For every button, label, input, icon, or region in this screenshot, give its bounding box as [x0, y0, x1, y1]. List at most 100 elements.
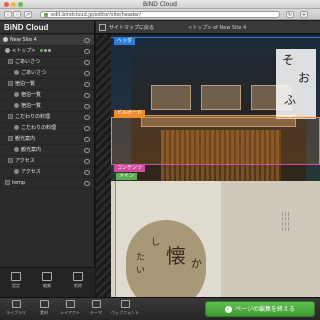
tree-item-cuisine[interactable]: こだわりの料理: [0, 112, 94, 123]
canvas-margin: [96, 35, 111, 297]
materials-button[interactable]: 素材: [32, 300, 56, 316]
tree-item-label: 宿泊一覧: [15, 81, 36, 87]
address-bar[interactable]: edit.bindcloud.jp/editor/site/header/: [40, 11, 280, 18]
eye-icon[interactable]: [84, 181, 90, 186]
page-canvas[interactable]: そ お ふ ヘッダ ビルボード ∣ ∣ ∣ ∣ ∣ ∣ ∣ ∣ ∣ ∣ ∣ ∣ 懐 か…: [96, 35, 320, 297]
billboard-section-label[interactable]: ビルボード: [114, 110, 146, 117]
font-icon: [120, 300, 130, 308]
tree-item-access-page[interactable]: アクセス: [0, 167, 94, 178]
tree-item-rooms[interactable]: 宿泊一覧: [0, 79, 94, 90]
eye-icon[interactable]: [84, 159, 90, 164]
tree-item-site[interactable]: New Site 4: [0, 35, 94, 46]
delete-button[interactable]: 削除: [66, 272, 90, 294]
tree-item-greeting-page[interactable]: ごあいさつ: [0, 68, 94, 79]
editor-header-bar: サイトマップに戻る <トップ> of New Site 4: [96, 21, 320, 34]
tree-item-label: New Site 4: [10, 37, 37, 43]
folder-icon: [8, 114, 13, 119]
feature-char: か: [191, 257, 202, 270]
tree-item-temp[interactable]: temp: [0, 178, 94, 189]
materials-label: 素材: [40, 310, 48, 315]
hero-char: ふ: [284, 93, 297, 107]
webfont-label: ウェブフォント: [111, 310, 139, 315]
side-column[interactable]: ∣ ∣ ∣ ∣ ∣ ∣ ∣ ∣ ∣ ∣ ∣ ∣: [221, 181, 320, 297]
eye-icon[interactable]: [84, 115, 90, 120]
settings-button[interactable]: 設定: [4, 272, 28, 294]
back-button[interactable]: ‹: [4, 11, 12, 18]
settings-label: 設定: [12, 283, 20, 288]
layout-button[interactable]: レイアウト: [58, 300, 82, 316]
eye-icon[interactable]: [84, 137, 90, 142]
page-icon: [5, 48, 10, 53]
tree-item-label: temp: [12, 180, 26, 186]
hero-char: そ: [282, 53, 295, 67]
page-icon: [14, 125, 19, 130]
layout-label: レイアウト: [60, 310, 80, 315]
tree-item-sightseeing[interactable]: 観光案内: [0, 134, 94, 145]
eye-icon[interactable]: [84, 170, 90, 175]
tree-item-top[interactable]: <トップ>: [0, 46, 94, 57]
forward-button[interactable]: ›: [13, 11, 21, 18]
page-icon: [14, 147, 19, 152]
breadcrumb: <トップ> of New Site 4: [188, 25, 247, 31]
folder-icon: [8, 59, 13, 64]
finish-editing-label: ページの編集を終える: [235, 306, 295, 313]
library-label: ライブラリ: [6, 310, 26, 315]
tree-item-sightseeing-page[interactable]: 観光案内: [0, 145, 94, 156]
feature-char: 懐: [166, 244, 186, 268]
feature-char: し: [151, 238, 161, 248]
delete-label: 削除: [74, 283, 82, 288]
site-tree-sidebar: BiND Cloud New Site 4 <トップ> ごあいさつ ごあいさつ …: [0, 21, 95, 297]
header-section-label[interactable]: ヘッダ: [114, 38, 136, 45]
share-icon[interactable]: ↗: [24, 11, 32, 18]
theme-button[interactable]: テーマ: [84, 300, 108, 316]
folder-icon: [8, 81, 13, 86]
library-button[interactable]: ライブラリ: [4, 300, 28, 316]
check-icon: ✓: [225, 306, 233, 313]
page-tree: New Site 4 <トップ> ごあいさつ ごあいさつ 宿泊一覧 宿泊一覧 宿…: [0, 34, 94, 189]
edit-button[interactable]: 編集: [35, 272, 59, 294]
tree-item-rooms-page-1[interactable]: 宿泊一覧: [0, 90, 94, 101]
theme-icon: [91, 300, 101, 308]
tree-item-label: 宿泊一覧: [21, 92, 42, 98]
new-tab-button[interactable]: +: [300, 11, 308, 18]
eye-icon[interactable]: [84, 93, 90, 98]
contents-section-label[interactable]: コンテンツ: [114, 165, 146, 172]
reload-button[interactable]: ↻: [286, 11, 294, 18]
eye-icon[interactable]: [84, 60, 90, 65]
eye-icon[interactable]: [84, 104, 90, 109]
eye-icon[interactable]: [84, 71, 90, 76]
gear-icon: [3, 37, 8, 42]
window-titlebar: BiND Cloud: [0, 0, 320, 9]
eye-icon[interactable]: [84, 148, 90, 153]
eye-icon[interactable]: [84, 38, 90, 43]
theme-label: テーマ: [90, 310, 102, 315]
page-icon: [14, 103, 19, 108]
main-section-label[interactable]: メイン: [116, 173, 138, 180]
tree-item-rooms-page-2[interactable]: 宿泊一覧: [0, 101, 94, 112]
folder-icon: [5, 180, 10, 185]
sidebar-toolbar: 設定 編集 削除: [0, 267, 95, 297]
eye-icon[interactable]: [84, 49, 90, 54]
header-section-line: [111, 37, 320, 38]
tree-item-greeting[interactable]: ごあいさつ: [0, 57, 94, 68]
trash-icon: [73, 272, 83, 281]
bottom-toolbar: ライブラリ 素材 レイアウト テーマ ウェブフォント ✓ ページの編集を終える: [0, 297, 320, 320]
tree-item-access[interactable]: アクセス: [0, 156, 94, 167]
folder-icon: [8, 136, 13, 141]
tree-item-label: アクセス: [15, 158, 35, 164]
tree-item-label: 観光案内: [15, 136, 36, 142]
sitemap-icon[interactable]: [99, 24, 106, 31]
page-icon: [14, 92, 19, 97]
eye-icon[interactable]: [84, 126, 90, 131]
materials-icon: [39, 300, 49, 308]
window-title: BiND Cloud: [143, 1, 177, 8]
finish-editing-button[interactable]: ✓ ページの編集を終える: [205, 301, 315, 317]
tree-item-cuisine-page[interactable]: こだわりの料理: [0, 123, 94, 134]
eye-icon[interactable]: [84, 82, 90, 87]
edit-icon: [42, 272, 52, 281]
billboard-section[interactable]: [111, 117, 320, 165]
browser-toolbar: ‹ › ↗ edit.bindcloud.jp/editor/site/head…: [0, 9, 320, 20]
webfont-button[interactable]: ウェブフォント: [110, 300, 140, 316]
tree-item-label: こだわりの料理: [21, 125, 57, 131]
sitemap-back-link[interactable]: サイトマップに戻る: [109, 24, 154, 31]
